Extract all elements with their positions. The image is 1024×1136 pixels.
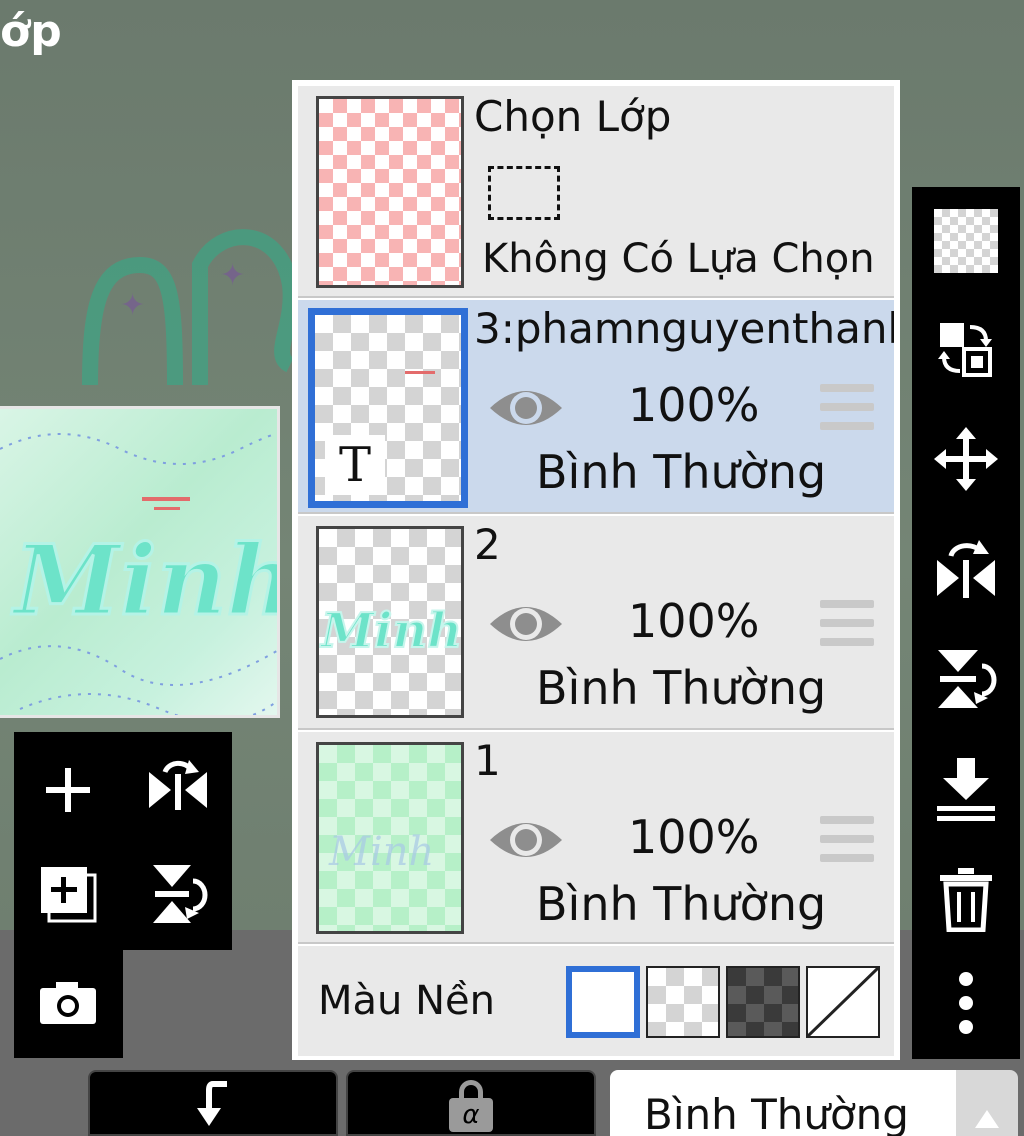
- camera-toolbar: [14, 948, 123, 1058]
- layer-2-visibility-eye-icon[interactable]: [488, 596, 564, 652]
- layer-3-visibility-eye-icon[interactable]: [488, 380, 564, 436]
- flip-horizontal-icon: [937, 540, 995, 598]
- camera-button[interactable]: [18, 952, 118, 1052]
- layer-1-art-preview: Minh: [328, 829, 434, 875]
- blend-mode-selector[interactable]: Bình Thường: [610, 1070, 956, 1136]
- merge-down-icon: [937, 758, 995, 821]
- svg-text:✦: ✦: [120, 288, 145, 323]
- background-dark-checker-swatch[interactable]: [726, 966, 800, 1038]
- screen-title: ớp: [0, 6, 62, 57]
- chevron-up-icon: [975, 1110, 999, 1128]
- layer-2-name: 2: [474, 520, 501, 569]
- add-layer-button[interactable]: [18, 740, 118, 840]
- layer-panel: Chọn Lớp Không Có Lựa Chọn T 3:phamnguye…: [292, 80, 900, 1060]
- flip-horizontal-rotate-icon: [149, 760, 207, 810]
- move-icon: [934, 427, 998, 491]
- text-layer-badge: T: [325, 435, 385, 495]
- duplicate-layer-button[interactable]: [18, 844, 118, 944]
- layer-3-opacity[interactable]: 100%: [628, 378, 760, 432]
- flip-rotate-vertical-button[interactable]: [128, 844, 228, 944]
- alpha-symbol: α: [449, 1098, 493, 1132]
- layer-3-name: 3:phamnguyenthanh: [474, 304, 894, 353]
- add-layer-copy-icon: [41, 867, 97, 923]
- blend-mode-dropdown-button[interactable]: [956, 1070, 1018, 1136]
- svg-text:✦: ✦: [220, 258, 245, 293]
- layer-1-drag-handle-icon[interactable]: [820, 816, 874, 866]
- selection-layer-thumbnail: [316, 96, 464, 288]
- preview-artwork: Minh: [0, 432, 280, 715]
- selection-status: Không Có Lựa Chọn: [482, 236, 875, 282]
- layer-row-3[interactable]: T 3:phamnguyenthanh 100% Bình Thường: [298, 300, 894, 514]
- delete-layer-button[interactable]: [926, 859, 1006, 939]
- background-color-label: Màu Nền: [318, 978, 495, 1024]
- flip-vertical-rotate-icon: [153, 865, 208, 923]
- transparency-checker-icon: [934, 209, 998, 273]
- flip-vertical-button[interactable]: [926, 639, 1006, 719]
- more-options-button[interactable]: [926, 963, 1006, 1043]
- layer-2-opacity[interactable]: 100%: [628, 594, 760, 648]
- transparency-button[interactable]: [926, 201, 1006, 281]
- move-layer-button[interactable]: [926, 419, 1006, 499]
- layer-row-1[interactable]: Minh 1 100% Bình Thường: [298, 732, 894, 944]
- merge-down-button[interactable]: [926, 749, 1006, 829]
- camera-icon: [40, 982, 96, 1024]
- background-white-swatch[interactable]: [566, 966, 640, 1038]
- layer-3-thumbnail: T: [308, 308, 468, 508]
- layer-row-2[interactable]: Minh 2 100% Bình Thường: [298, 516, 894, 730]
- swap-selection-icon: [938, 323, 992, 377]
- selection-layer-title: Chọn Lớp: [474, 92, 672, 141]
- swap-selection-button[interactable]: [926, 309, 1006, 389]
- layer-2-drag-handle-icon[interactable]: [820, 600, 874, 650]
- right-toolbar: [912, 187, 1020, 1059]
- add-layer-icon: [46, 768, 90, 812]
- layer-3-text-preview: [405, 371, 435, 374]
- alpha-lock-button[interactable]: α: [346, 1070, 596, 1136]
- svg-text:Minh: Minh: [328, 829, 434, 875]
- layer-1-opacity[interactable]: 100%: [628, 810, 760, 864]
- layer-2-thumbnail: Minh: [316, 526, 464, 718]
- flip-rotate-horizontal-button[interactable]: [128, 738, 228, 838]
- back-button[interactable]: [88, 1070, 338, 1136]
- layer-2-blend-mode: Bình Thường: [536, 661, 827, 715]
- more-vertical-icon: [959, 972, 973, 1034]
- svg-text:Minh: Minh: [319, 603, 462, 659]
- background-transparent-swatch[interactable]: [646, 966, 720, 1038]
- layer-1-visibility-eye-icon[interactable]: [488, 812, 564, 868]
- layer-1-name: 1: [474, 736, 501, 785]
- alpha-lock-icon: α: [449, 1080, 493, 1132]
- canvas-preview[interactable]: Minh: [0, 406, 280, 718]
- layer-2-art-preview: Minh: [319, 602, 462, 660]
- background-none-swatch[interactable]: [806, 966, 880, 1038]
- layer-1-blend-mode: Bình Thường: [536, 877, 827, 931]
- no-background-slash-icon: [806, 966, 880, 1038]
- selection-layer-row[interactable]: Chọn Lớp Không Có Lựa Chọn: [298, 86, 894, 298]
- flip-horizontal-button[interactable]: [926, 529, 1006, 609]
- trash-icon: [940, 868, 992, 932]
- flip-vertical-icon: [938, 650, 997, 708]
- svg-text:Minh: Minh: [11, 524, 280, 637]
- background-artwork: ✦ ✦: [82, 229, 299, 386]
- background-color-row: Màu Nền: [298, 946, 894, 1056]
- undo-arrow-icon: [197, 1081, 227, 1126]
- layer-3-blend-mode: Bình Thường: [536, 445, 827, 499]
- layer-3-drag-handle-icon[interactable]: [820, 384, 874, 434]
- layer-1-thumbnail: Minh: [316, 742, 464, 934]
- left-toolbar: [14, 732, 232, 950]
- selection-marquee-icon: [488, 166, 560, 220]
